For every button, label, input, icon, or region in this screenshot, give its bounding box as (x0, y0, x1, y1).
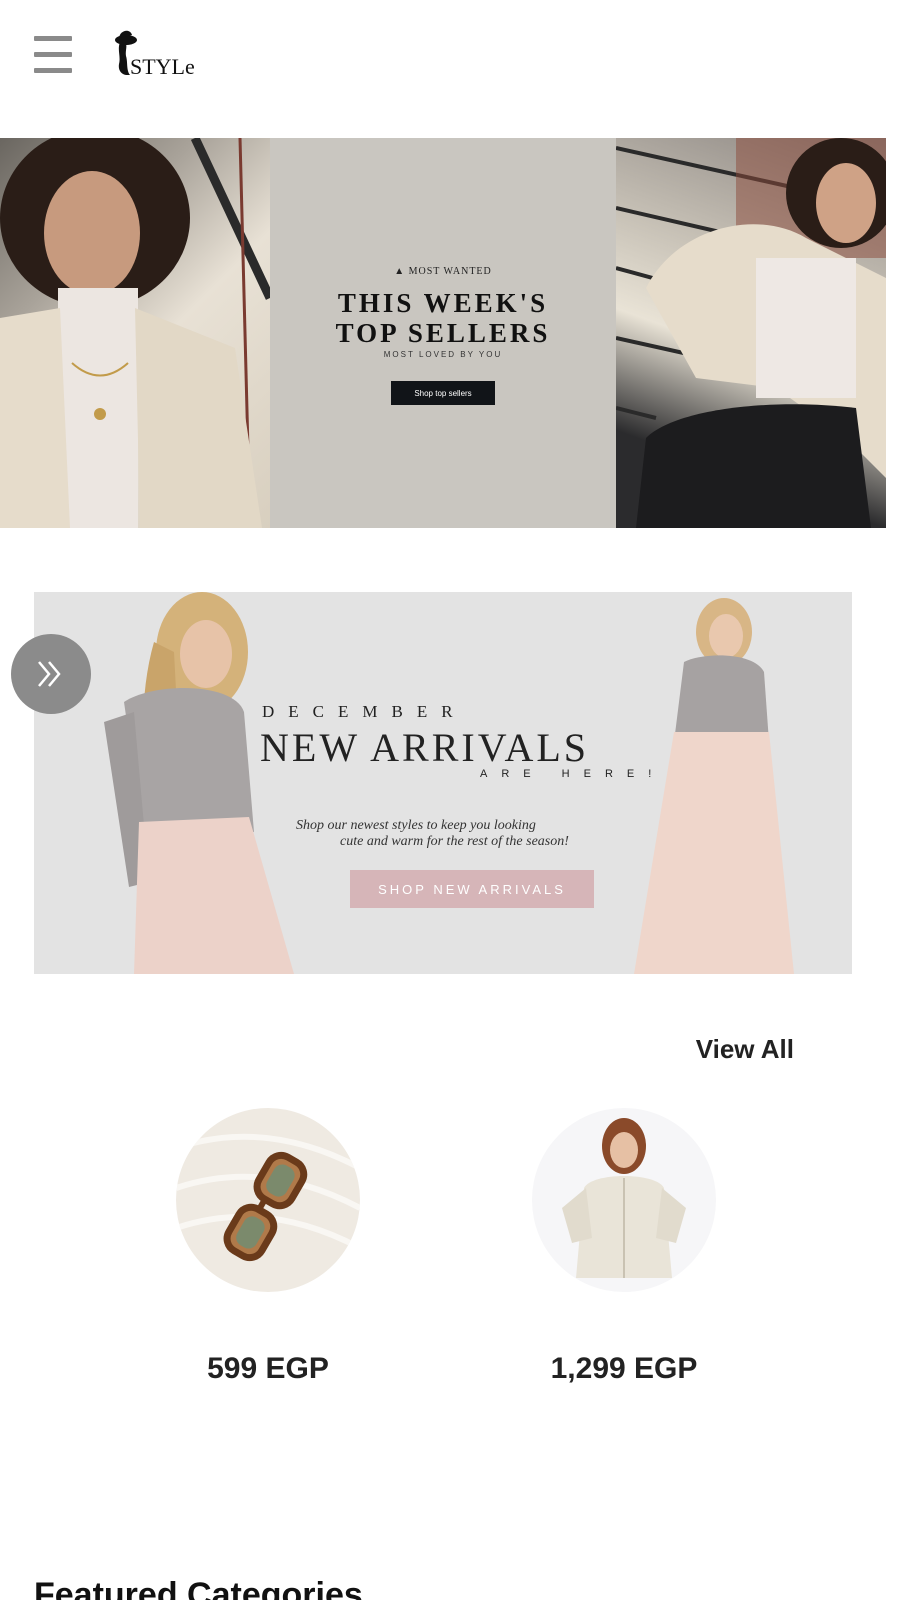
hero-image-left (0, 138, 270, 528)
shop-new-arrivals-button[interactable]: SHOP NEW ARRIVALS (350, 870, 594, 908)
hero-text-panel: ▲ MOST WANTED THIS WEEK'S TOP SELLERS MO… (270, 138, 616, 528)
new-arrivals-banner[interactable]: DECEMBER NEW ARRIVALS ARE HERE! Shop our… (34, 592, 852, 974)
hero-subtitle: MOST LOVED BY YOU (383, 350, 503, 359)
arrivals-month: DECEMBER (262, 702, 467, 721)
double-chevron-right-icon (38, 661, 61, 687)
hero-banner[interactable]: ▲ MOST WANTED THIS WEEK'S TOP SELLERS MO… (0, 138, 886, 528)
product-image-cardigan[interactable] (532, 1108, 716, 1292)
hero-title: THIS WEEK'S TOP SELLERS (335, 288, 551, 348)
hero-image-right (616, 138, 886, 528)
product-price: 1,299 EGP (550, 1352, 698, 1385)
logo-wordmark: STYLe (130, 54, 195, 79)
app-header: STYLe (0, 0, 900, 120)
product-price: 599 EGP (207, 1352, 329, 1385)
featured-categories-heading: Featured Categories (34, 1576, 363, 1600)
hero-eyebrow: ▲ MOST WANTED (394, 266, 492, 277)
brand-logo[interactable]: STYLe (112, 26, 202, 84)
view-all-link[interactable]: View All (696, 1034, 794, 1065)
product-image-sunglasses[interactable] (176, 1108, 360, 1292)
arrivals-tag: ARE HERE! (480, 768, 666, 780)
menu-icon[interactable] (34, 36, 72, 76)
carousel-next-button[interactable] (11, 634, 91, 714)
shop-top-sellers-button[interactable]: Shop top sellers (391, 381, 495, 405)
arrivals-title: NEW ARRIVALS (260, 725, 590, 770)
arrivals-description: Shop our newest styles to keep you looki… (296, 818, 569, 849)
